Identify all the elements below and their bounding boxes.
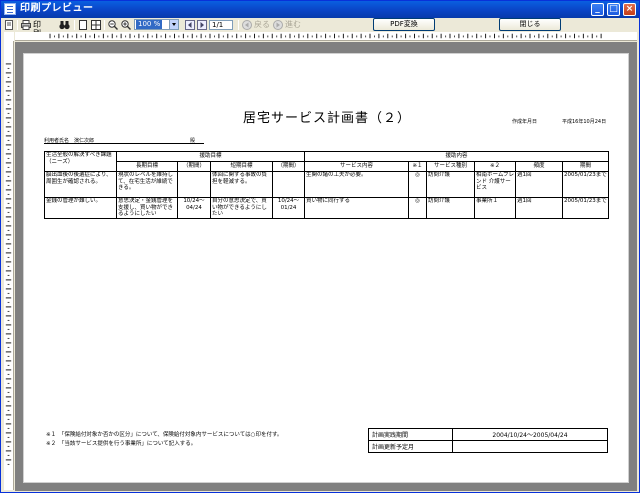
cell-service-type: 訪問介護 xyxy=(426,171,476,198)
header-service-type: サービス種別 xyxy=(426,161,476,172)
header-support: 援助内容 xyxy=(304,151,610,162)
cell-frequency: 週1回 xyxy=(515,197,564,219)
print-button[interactable]: 印刷.. xyxy=(21,19,51,38)
cell-long-period: 10/24～ 04/24 xyxy=(177,197,211,219)
cell-short-goal: 体回に関する事故の負担を軽減する。 xyxy=(210,171,273,198)
zoom-in-icon[interactable] xyxy=(121,20,131,30)
header-needs: 生活全般の解決すべき課題 （ニーズ） xyxy=(44,151,117,172)
header-goals: 援助目標 xyxy=(115,151,306,162)
cell-needs: 金銭の管理が難しい。 xyxy=(44,197,117,219)
toolbar: 印刷.. 100 % 1/1 戻る 進む PDF変換 閉じる xyxy=(1,18,639,38)
header-mark2: ※２ xyxy=(474,161,517,172)
user-name: 演仁次郎 xyxy=(74,138,95,144)
cell-short-goal: 自分の意思決定で、買い物ができるようにしたい xyxy=(210,197,273,219)
print-preview-window: 印刷プレビュー _ □ × 印刷.. 100 % 1/1 戻る 進む PDF変換… xyxy=(0,0,640,493)
pdf-convert-button[interactable]: PDF変換 xyxy=(373,18,435,31)
user-suffix: 殿 xyxy=(190,138,196,144)
printer-icon xyxy=(21,20,31,30)
cell-short-period: 10/24～ 01/24 xyxy=(271,197,306,219)
forward-label: 進む xyxy=(285,20,301,29)
user-label: 利用者氏名 xyxy=(44,138,70,144)
zoom-select[interactable]: 100 % xyxy=(134,19,179,30)
app-icon xyxy=(4,3,16,15)
cell-frequency: 週1回 xyxy=(515,171,564,198)
back-label: 戻る xyxy=(254,20,270,29)
actual-period-value: 2004/10/24～2005/04/24 xyxy=(452,428,608,441)
created-date-label: 作成年月日 xyxy=(512,119,538,125)
one-page-view-icon[interactable] xyxy=(78,20,88,30)
minimize-button[interactable]: _ xyxy=(591,3,604,16)
cell-mark1: ◎ xyxy=(408,197,428,219)
table-row: 金銭の管理が難しい。 意思決定・金銭管理を支援し、買い物ができるようにしたい 1… xyxy=(44,197,610,219)
zoom-out-icon[interactable] xyxy=(108,20,118,30)
header-period: 期間 xyxy=(562,161,610,172)
page-number-field[interactable]: 1/1 xyxy=(209,20,233,30)
title-bar[interactable]: 印刷プレビュー _ □ × xyxy=(1,1,639,18)
toolbar-separator xyxy=(74,20,75,30)
multi-page-view-icon[interactable] xyxy=(91,20,101,30)
maximize-button[interactable]: □ xyxy=(607,3,620,16)
footnote-1: ※１ 「保険給付対象か否かの区分」について、保険給付対象内サービスについては○印… xyxy=(46,432,283,438)
page-setup-icon[interactable] xyxy=(4,20,14,30)
footnote-2: ※２ 「当該サービス提供を行う事業所」について記入する。 xyxy=(46,441,197,447)
back-button[interactable]: 戻る xyxy=(242,19,270,31)
close-window-button[interactable]: × xyxy=(623,3,636,16)
header-mark1: ※１ xyxy=(408,161,428,172)
vertical-ruler xyxy=(4,41,14,490)
update-month-value xyxy=(452,440,608,453)
document-title: 居宅サービス計画書（２） xyxy=(242,111,411,126)
created-date-value: 平成16年10月24日 xyxy=(562,119,607,125)
header-frequency: 頻度 xyxy=(515,161,564,172)
window-title: 印刷プレビュー xyxy=(20,3,94,14)
close-button[interactable]: 閉じる xyxy=(499,18,561,31)
cell-short-period xyxy=(271,171,306,198)
toolbar-separator xyxy=(17,20,18,30)
cell-service: 買い物に同行する xyxy=(304,197,410,219)
header-period: （期間） xyxy=(271,161,306,172)
chevron-down-icon[interactable] xyxy=(169,20,178,29)
cell-long-goal: 現状のレベルを維持して、在宅生活が維続できる。 xyxy=(116,171,178,198)
ruler-corner xyxy=(4,32,14,41)
header-period: （期間） xyxy=(177,161,211,172)
forward-button[interactable]: 進む xyxy=(273,19,301,31)
first-page-icon[interactable] xyxy=(185,20,195,30)
back-arrow-icon xyxy=(242,20,252,30)
cell-mark1: ◎ xyxy=(408,171,428,198)
cell-mark2: 相南ホームフレンド 介護サービス xyxy=(474,171,517,198)
preview-area[interactable]: 居宅サービス計画書（２） 作成年月日 平成16年10月24日 利用者氏名 演仁次… xyxy=(15,42,637,491)
header-service: サービス内容 xyxy=(304,161,410,172)
header-long-goal: 長期目標 xyxy=(116,161,178,172)
forward-arrow-icon xyxy=(273,20,283,30)
binoculars-icon[interactable] xyxy=(59,20,70,30)
care-plan-table: 生活全般の解決すべき課題 （ニーズ） 援助目標 援助内容 長期目標 （期間） 短… xyxy=(44,151,610,219)
toolbar-separator xyxy=(238,20,239,30)
cell-long-period xyxy=(177,171,211,198)
table-row: 脳出血後の後遺症により、周囲生が確認される。 現状のレベルを維持して、在宅生活が… xyxy=(44,171,610,198)
cell-service-type: 訪問介護 xyxy=(426,197,476,219)
zoom-value: 100 % xyxy=(136,20,163,29)
next-page-icon[interactable] xyxy=(197,20,207,30)
cell-needs: 脳出血後の後遺症により、周囲生が確認される。 xyxy=(44,171,117,198)
cell-period: 2005/01/23まで xyxy=(562,171,610,198)
horizontal-ruler xyxy=(15,32,637,41)
user-name-line: 利用者氏名 演仁次郎 殿 xyxy=(44,136,204,144)
update-month-label: 計画更新予定月 xyxy=(368,440,453,453)
actual-period-label: 計画実践期間 xyxy=(368,428,453,441)
plan-schedule-table: 計画実践期間 2004/10/24～2005/04/24 計画更新予定月 xyxy=(368,428,608,453)
header-short-goal: 短期目標 xyxy=(210,161,273,172)
cell-mark2: 事業所１ xyxy=(474,197,517,219)
cell-period: 2005/01/23まで xyxy=(562,197,610,219)
cell-service: 生関の諸の工夫が必要。 xyxy=(304,171,410,198)
cell-long-goal: 意思決定・金銭管理を支援し、買い物ができるようにしたい xyxy=(116,197,178,219)
preview-page: 居宅サービス計画書（２） 作成年月日 平成16年10月24日 利用者氏名 演仁次… xyxy=(23,53,629,483)
toolbar-separator xyxy=(104,20,105,30)
